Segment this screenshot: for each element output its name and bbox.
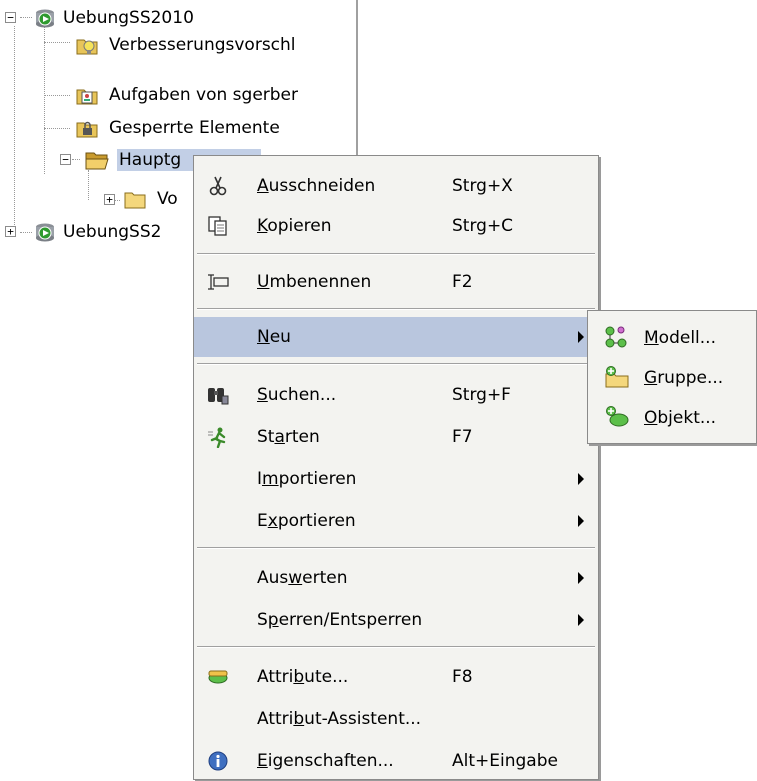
- locked-folder-icon: [74, 117, 102, 139]
- new-submenu: Modell... Gruppe... Objekt...: [587, 310, 757, 444]
- db-play-icon: [34, 221, 56, 243]
- menu-item-label: Importieren: [257, 469, 357, 489]
- menu-shortcut: Alt+Eingabe: [452, 751, 558, 771]
- menu-item-importieren[interactable]: Importieren: [194, 459, 598, 499]
- menu-item-sperren-entsperren[interactable]: Sperren/Entsperren: [194, 600, 598, 640]
- menu-separator: [197, 547, 595, 549]
- menu-item-auswerten[interactable]: Auswerten: [194, 558, 598, 598]
- submenu-item-label: Gruppe...: [644, 368, 724, 388]
- model-icon: [604, 325, 630, 349]
- db-play-icon: [34, 7, 56, 29]
- menu-item-label: Attribute...: [257, 667, 349, 687]
- menu-separator: [197, 646, 595, 648]
- menu-shortcut: Strg+C: [452, 216, 514, 236]
- menu-item-suchen[interactable]: Suchen... Strg+F: [194, 375, 598, 415]
- menu-item-label: Kopieren: [257, 216, 332, 236]
- tree-node-uebungss2[interactable]: UebungSS2: [34, 217, 163, 247]
- tasks-folder-icon: [74, 84, 102, 106]
- collapse-toggle[interactable]: −: [60, 154, 71, 165]
- menu-item-label: Auswerten: [257, 568, 348, 588]
- submenu-arrow-icon: [578, 473, 584, 485]
- tree-node-vo[interactable]: Vo: [122, 184, 180, 214]
- tree-node-label: UebungSS2: [63, 222, 162, 242]
- tree-node-label: Verbesserungsvorschl: [109, 35, 296, 55]
- copy-icon: [207, 215, 229, 237]
- submenu-item-label: Modell...: [644, 328, 716, 348]
- open-folder-icon: [82, 149, 112, 171]
- submenu-item-modell[interactable]: Modell...: [588, 319, 756, 355]
- rename-icon: [207, 271, 229, 293]
- info-icon: [207, 750, 229, 772]
- menu-item-label: Neu: [257, 327, 291, 347]
- menu-item-label: Ausschneiden: [257, 176, 376, 196]
- tree-node-label: Aufgaben von sgerber: [109, 85, 299, 105]
- run-icon: [207, 426, 229, 448]
- menu-shortcut: Strg+X: [452, 176, 513, 196]
- submenu-item-gruppe[interactable]: Gruppe...: [588, 359, 756, 395]
- tree-node-gesperrte-elemente[interactable]: Gesperrte Elemente: [74, 113, 282, 143]
- menu-item-starten[interactable]: Starten F7: [194, 417, 598, 457]
- menu-item-neu[interactable]: Neu: [194, 317, 598, 357]
- menu-item-label: Eigenschaften...: [257, 751, 394, 771]
- tree-node-label: Gesperrte Elemente: [109, 118, 280, 138]
- menu-shortcut: F7: [452, 427, 473, 447]
- menu-item-eigenschaften[interactable]: Eigenschaften... Alt+Eingabe: [194, 741, 598, 781]
- expand-toggle[interactable]: +: [104, 194, 115, 205]
- folder-icon: [122, 188, 150, 210]
- binoculars-icon: [207, 384, 229, 406]
- panel-divider[interactable]: [356, 0, 358, 170]
- submenu-arrow-icon: [578, 331, 584, 343]
- menu-shortcut: F8: [452, 667, 473, 687]
- menu-shortcut: F2: [452, 272, 473, 292]
- suggestion-folder-icon: [74, 34, 102, 56]
- tree-connector: [44, 42, 70, 43]
- menu-item-umbenennen[interactable]: Umbenennen F2: [194, 262, 598, 302]
- tree-connector: [20, 232, 32, 233]
- tree-node-verbesserungsvorschlaege[interactable]: Verbesserungsvorschl: [74, 30, 298, 60]
- submenu-arrow-icon: [578, 572, 584, 584]
- tree-connector: [44, 26, 45, 174]
- menu-item-kopieren[interactable]: Kopieren Strg+C: [194, 206, 598, 246]
- tree-connector: [44, 128, 70, 129]
- menu-item-label: Sperren/Entsperren: [257, 610, 423, 630]
- tree-node-aufgaben[interactable]: Aufgaben von sgerber: [74, 80, 300, 110]
- group-icon: [604, 365, 630, 389]
- tree-connector: [44, 95, 70, 96]
- menu-item-label: Suchen...: [257, 385, 337, 405]
- menu-item-label: Starten: [257, 427, 320, 447]
- menu-separator: [197, 308, 595, 310]
- tree-node-label: Vo: [157, 189, 178, 209]
- menu-shortcut: Strg+F: [452, 385, 511, 405]
- tree-node-uebungss2010[interactable]: UebungSS2010: [34, 3, 196, 33]
- menu-item-label: Attribut-Assistent...: [257, 709, 422, 729]
- menu-item-attribute[interactable]: Attribute... F8: [194, 657, 598, 697]
- tree-connector: [20, 17, 32, 18]
- scissors-icon: [207, 175, 229, 197]
- submenu-arrow-icon: [578, 515, 584, 527]
- menu-item-label: Exportieren: [257, 511, 356, 531]
- submenu-arrow-icon: [578, 614, 584, 626]
- attribute-icon: [207, 666, 229, 688]
- expand-toggle[interactable]: +: [5, 226, 16, 237]
- menu-item-label: Umbenennen: [257, 272, 372, 292]
- submenu-item-label: Objekt...: [644, 408, 717, 428]
- menu-separator: [197, 253, 595, 255]
- object-icon: [604, 405, 630, 429]
- tree-node-label: UebungSS2010: [63, 8, 194, 28]
- collapse-toggle[interactable]: −: [5, 12, 16, 23]
- tree-connector: [72, 159, 80, 160]
- menu-separator: [197, 363, 595, 365]
- context-menu: Ausschneiden Strg+X Kopieren Strg+C Umbe…: [193, 155, 599, 780]
- tree-connector: [14, 26, 15, 231]
- menu-item-ausschneiden[interactable]: Ausschneiden Strg+X: [194, 166, 598, 206]
- submenu-item-objekt[interactable]: Objekt...: [588, 399, 756, 435]
- menu-item-exportieren[interactable]: Exportieren: [194, 501, 598, 541]
- menu-item-attribut-assistent[interactable]: Attribut-Assistent...: [194, 699, 598, 739]
